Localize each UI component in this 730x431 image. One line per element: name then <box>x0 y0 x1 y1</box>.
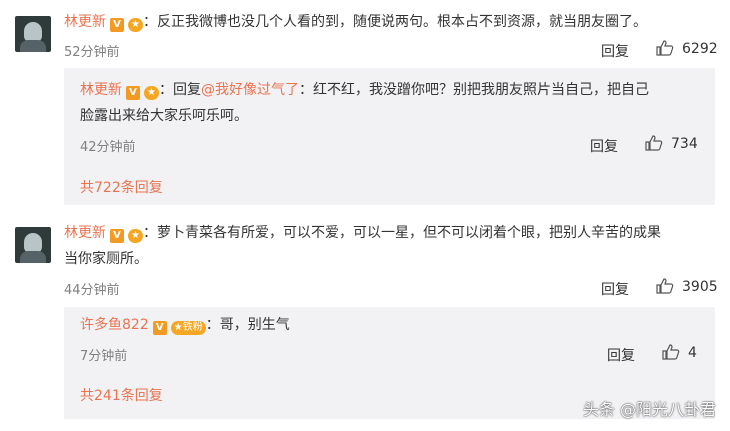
fan-badge-icon: ★ <box>128 18 143 32</box>
sub-reply-body: ：哥，别生气 <box>205 317 290 333</box>
verified-icon: V <box>126 86 140 100</box>
fan-badge-label: 铁粉 <box>182 322 203 333</box>
like-count: 734 <box>671 136 698 152</box>
thumb-up-icon <box>645 135 663 151</box>
author-name[interactable]: 林更新 <box>64 14 106 30</box>
comment-text: 林更新 V ★ ：反正我微博也没几个人看的到，随便说两句。根本占不到资源，就当朋友圈了… <box>64 9 647 35</box>
sub-reply-button[interactable]: 回复 <box>607 345 635 365</box>
reply-prefix: ：回复 <box>158 82 201 98</box>
fan-badge-icon: ★ <box>128 229 143 243</box>
like-count: 4 <box>688 345 697 361</box>
avatar-body <box>20 40 46 52</box>
fan-badge-icon: ★ <box>144 86 159 100</box>
verified-icon: V <box>110 229 124 243</box>
fan-badge-icon: ★ <box>173 322 183 333</box>
thumb-up-icon <box>656 40 674 56</box>
comment-time: 52分钟前 <box>64 45 120 60</box>
more-replies-link[interactable]: 共241条回复 <box>80 385 163 405</box>
like-button[interactable]: 6292 <box>656 40 718 57</box>
comment-body: ：反正我微博也没几个人看的到，随便说两句。根本占不到资源，就当朋友圈了。 <box>142 14 647 30</box>
sub-reply-text: 许多鱼822 V ★铁粉 ：哥，别生气 <box>80 312 290 338</box>
sub-reply-button[interactable]: 回复 <box>590 136 618 156</box>
like-count: 3905 <box>682 279 718 295</box>
reply-button[interactable]: 回复 <box>601 279 629 299</box>
sub-reply-body-2: 脸露出来给大家乐呵乐呵。 <box>80 108 248 124</box>
comment-text: 林更新 V ★ ：萝卜青菜各有所爱，可以不爱，可以一星，但不可以闭着个眼，把别人辛苦的… <box>64 220 716 272</box>
mention-link[interactable]: @我好像过气了 <box>201 82 299 98</box>
avatar[interactable] <box>15 227 51 263</box>
reply-button[interactable]: 回复 <box>601 41 629 61</box>
sub-reply-time: 7分钟前 <box>80 349 128 364</box>
sub-reply-author[interactable]: 许多鱼822 <box>80 317 149 333</box>
thumb-up-icon <box>662 344 680 360</box>
avatar[interactable] <box>15 16 51 52</box>
avatar-body <box>20 251 46 263</box>
verified-icon: V <box>110 18 124 32</box>
author-name[interactable]: 林更新 <box>64 225 106 241</box>
sub-reply-text: 林更新 V ★ ：回复@我好像过气了：红不红，我没蹭你吧？别把我朋友照片当自己，把自己… <box>80 77 710 129</box>
sub-reply-box: 林更新 V ★ ：回复@我好像过气了：红不红，我没蹭你吧？别把我朋友照片当自己，把自己… <box>64 68 715 205</box>
comment-time: 44分钟前 <box>64 283 120 298</box>
sub-like-button[interactable]: 4 <box>662 344 697 361</box>
more-replies-link[interactable]: 共722条回复 <box>80 177 163 197</box>
avatar-face <box>24 22 42 42</box>
sub-like-button[interactable]: 734 <box>645 135 698 152</box>
avatar-face <box>24 233 42 253</box>
comment-body-1: ：萝卜青菜各有所爱，可以不爱，可以一星，但不可以闭着个眼，把别人辛苦的成果 <box>142 225 661 241</box>
verified-icon: V <box>152 321 167 335</box>
comment-body-2: 当你家厕所。 <box>64 251 148 267</box>
watermark: 头条 @阳光八卦君 <box>582 400 716 419</box>
sub-reply-author[interactable]: 林更新 <box>80 82 122 98</box>
sub-reply-time: 42分钟前 <box>80 140 136 155</box>
thumb-up-icon <box>656 278 674 294</box>
like-button[interactable]: 3905 <box>656 278 718 295</box>
sub-reply-body-1: ：红不红，我没蹭你吧？别把我朋友照片当自己，把自己 <box>298 82 649 98</box>
like-count: 6292 <box>682 41 718 57</box>
fan-badge: ★铁粉 <box>170 321 206 335</box>
